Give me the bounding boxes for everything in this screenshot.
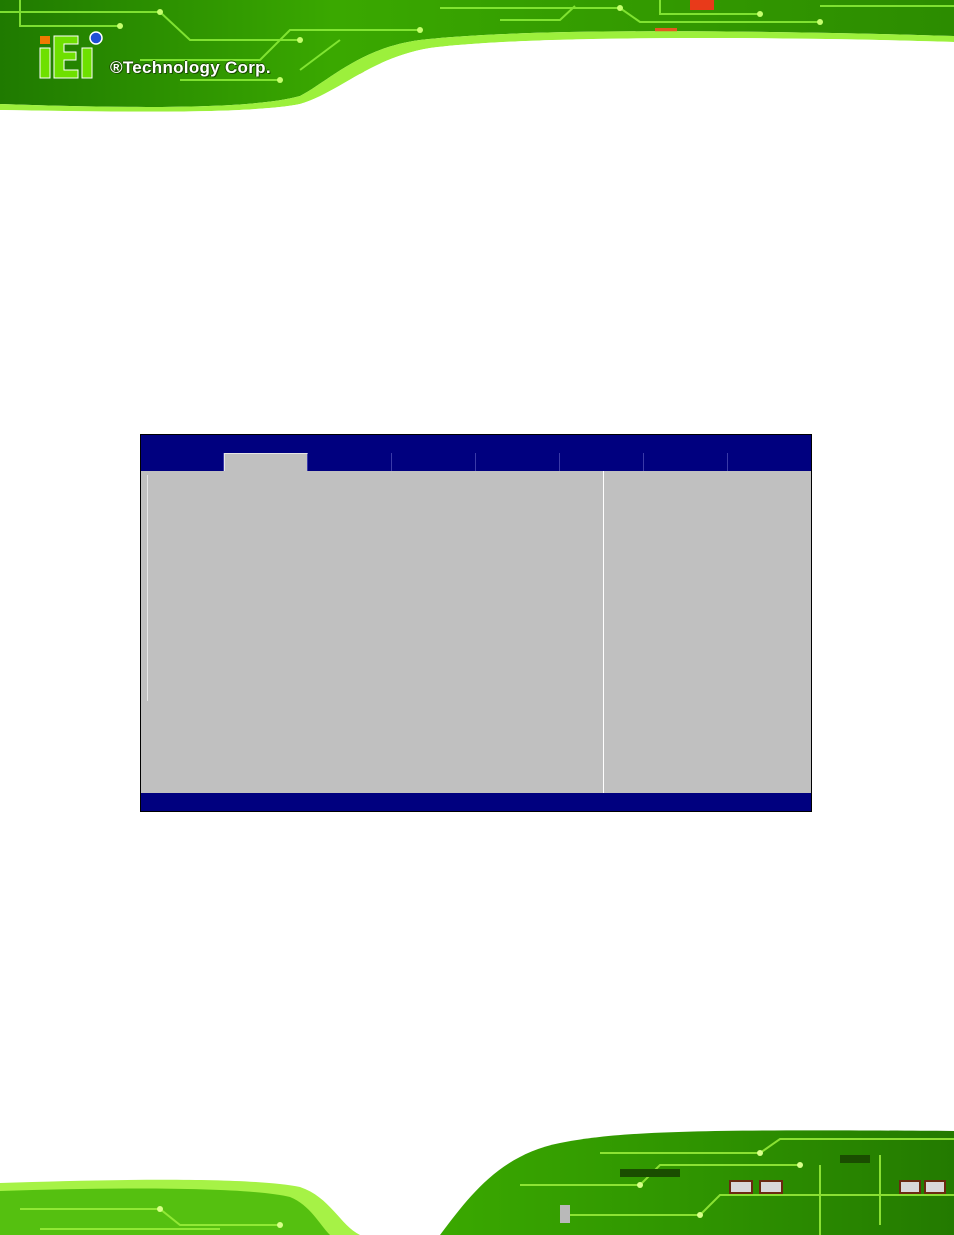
bios-tab-bar [141,453,811,471]
bios-tab-1[interactable] [141,453,224,471]
bios-tab-7[interactable] [644,453,728,471]
bios-tab-2[interactable] [224,453,308,471]
page-header: ®Technology Corp. [0,0,954,112]
bios-scrollbar[interactable] [147,475,148,701]
bios-title-bar [141,435,811,453]
bios-help-panel [603,471,812,793]
bios-tab-6[interactable] [560,453,644,471]
bios-screen [140,434,812,812]
page-footer [0,1125,954,1235]
pcb-footer-graphic [0,1125,954,1235]
iei-logo-icon [39,31,103,79]
company-logo: ®Technology Corp. [38,30,288,84]
bios-tab-3[interactable] [308,453,392,471]
bios-tab-5[interactable] [476,453,560,471]
bios-status-bar [141,793,811,811]
bios-tab-4[interactable] [392,453,476,471]
bios-settings-panel [141,471,603,793]
company-name: ®Technology Corp. [110,58,271,77]
